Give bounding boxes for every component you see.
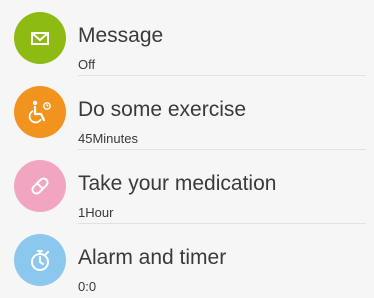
list-item-medication[interactable]: Take your medication 1Hour bbox=[0, 150, 374, 224]
item-title: Message bbox=[78, 24, 164, 47]
item-title: Take your medication bbox=[78, 172, 277, 195]
item-subtitle: Off bbox=[78, 57, 96, 72]
list-item-exercise[interactable]: Do some exercise 45Minutes bbox=[0, 76, 374, 150]
exercise-icon bbox=[14, 86, 66, 138]
item-title: Do some exercise bbox=[78, 98, 247, 121]
list-item-alarm[interactable]: Alarm and timer 0:0 bbox=[0, 224, 374, 298]
medication-icon bbox=[14, 160, 66, 212]
envelope-icon bbox=[14, 12, 66, 64]
item-title: Alarm and timer bbox=[78, 246, 227, 269]
item-subtitle: 1Hour bbox=[78, 205, 114, 220]
reminder-list: Message Off Do some exercise 45Minutes T… bbox=[0, 0, 374, 294]
stopwatch-icon bbox=[14, 234, 66, 286]
item-subtitle: 45Minutes bbox=[78, 131, 138, 146]
list-item-message[interactable]: Message Off bbox=[0, 2, 374, 76]
